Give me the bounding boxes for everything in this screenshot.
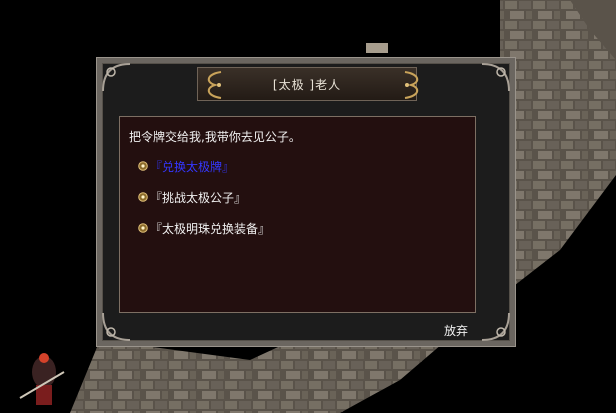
option-exchange-token[interactable]: 『兑换太极牌』 bbox=[138, 158, 234, 174]
npc-message: 把令牌交给我,我带你去见公子。 bbox=[129, 130, 301, 144]
option-challenge-master[interactable]: 『挑战太极公子』 bbox=[138, 189, 246, 205]
distant-object bbox=[366, 43, 388, 53]
frame-corner-icon bbox=[102, 63, 131, 92]
frame-corner-icon bbox=[481, 63, 510, 92]
dragon-ornament-icon bbox=[207, 71, 222, 99]
dialog-content: 把令牌交给我,我带你去见公子。 『兑换太极牌』 『挑战太极公子』 『太极明珠兑换… bbox=[119, 116, 476, 313]
round-bullet-icon bbox=[138, 223, 148, 233]
npc-dialog: [太极 ]老人 把令牌交给我,我带你去见公子。 『兑换太极牌』 『挑战太极公子』 bbox=[96, 57, 516, 347]
round-bullet-icon bbox=[138, 192, 148, 202]
option-label[interactable]: 『挑战太极公子』 bbox=[150, 189, 246, 206]
npc-name: [太极 ]老人 bbox=[272, 77, 342, 92]
dragon-ornament-icon bbox=[404, 71, 419, 99]
option-label[interactable]: 『太极明珠兑换装备』 bbox=[150, 220, 270, 237]
round-bullet-icon bbox=[138, 161, 148, 171]
frame-corner-icon bbox=[102, 312, 131, 341]
quit-button[interactable]: 放弃 bbox=[444, 322, 468, 339]
warrior-character-icon bbox=[19, 353, 65, 405]
option-label[interactable]: 『兑换太极牌』 bbox=[150, 158, 234, 175]
option-pearl-exchange[interactable]: 『太极明珠兑换装备』 bbox=[138, 220, 270, 236]
frame-corner-icon bbox=[481, 312, 510, 341]
dialog-title-bar: [太极 ]老人 bbox=[197, 67, 417, 101]
